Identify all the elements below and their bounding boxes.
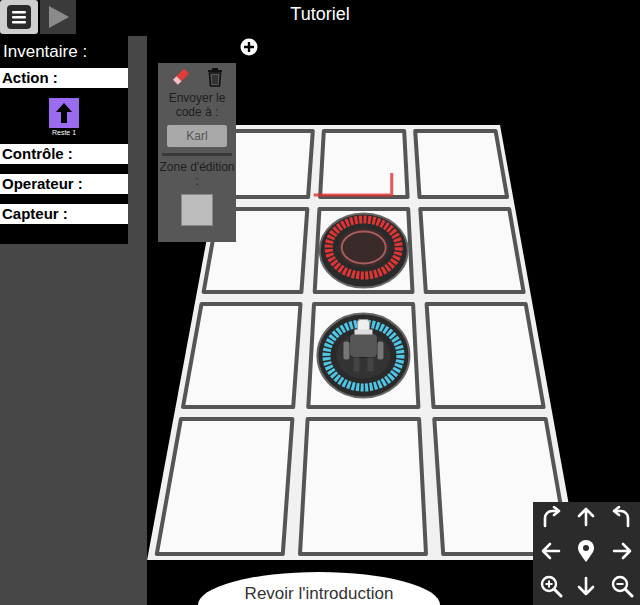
up-arrow-icon[interactable] — [575, 506, 597, 528]
board-cell — [320, 131, 408, 197]
toolbar — [0, 0, 290, 34]
inventory-title: Inventaire : — [0, 38, 128, 68]
board-cell — [415, 131, 507, 197]
robot-icon — [343, 320, 383, 372]
board-cell — [427, 304, 544, 407]
camera-button[interactable] — [611, 540, 633, 566]
board-cell — [308, 304, 418, 407]
block-list: Reste 1 — [0, 98, 128, 144]
top-bar: Tutoriel — [0, 0, 640, 36]
edit-label: Zone d'édition : — [158, 160, 236, 188]
rotate-left-icon[interactable] — [611, 506, 633, 528]
camera-button[interactable] — [611, 506, 633, 532]
eraser-icon[interactable] — [170, 67, 190, 87]
play-button[interactable] — [40, 0, 76, 34]
agent-button[interactable]: Karl — [167, 125, 227, 147]
board-cell — [300, 419, 426, 554]
board-cell — [420, 209, 523, 292]
board-cell — [183, 304, 301, 407]
remaining-count: Reste 1 — [52, 129, 76, 136]
board-cell — [157, 419, 293, 554]
location-pin-icon[interactable] — [576, 539, 596, 563]
camera-button[interactable] — [575, 575, 597, 601]
camera-button[interactable] — [575, 506, 597, 532]
down-arrow-icon[interactable] — [575, 575, 597, 597]
trash-icon[interactable] — [206, 67, 224, 87]
left-arrow-icon[interactable] — [540, 540, 562, 562]
rotate-right-icon[interactable] — [540, 506, 562, 528]
board-cell — [314, 173, 413, 292]
add-button[interactable] — [240, 38, 258, 60]
game-view: Envoyer le code à : Karl Zone d'édition : R… — [147, 36, 640, 605]
send-label: Envoyer le code à : — [158, 91, 236, 119]
level-title: Tutoriel — [290, 0, 349, 25]
menu-icon[interactable] — [7, 5, 31, 29]
move-forward-block[interactable] — [49, 98, 79, 128]
edit-zone[interactable] — [181, 194, 213, 226]
right-arrow-icon[interactable] — [611, 540, 633, 562]
camera-button[interactable] — [540, 506, 562, 532]
camera-controls — [533, 502, 640, 605]
action-block[interactable]: Reste 1 — [49, 98, 79, 136]
camera-button[interactable] — [576, 539, 596, 567]
camera-button[interactable] — [540, 540, 562, 566]
inventory-section: Capteur : — [0, 204, 128, 224]
up-arrow-icon[interactable] — [53, 101, 75, 125]
inventory-section: Contrôle : — [0, 144, 128, 164]
camera-button[interactable] — [539, 574, 563, 602]
separator — [162, 153, 232, 156]
zoom-in-icon[interactable] — [539, 574, 563, 598]
inventory-section: Action : — [0, 68, 128, 88]
main-area: Inventaire :Action : Reste 1 Contrôle : Ope… — [0, 36, 640, 605]
play-icon[interactable] — [45, 4, 71, 30]
script-header — [158, 63, 236, 87]
intro-button[interactable]: Revoir l'introduction — [198, 572, 440, 605]
script-panel: Envoyer le code à : Karl Zone d'édition : — [158, 63, 236, 242]
menu-button[interactable] — [0, 0, 38, 34]
inventory-panel: Inventaire :Action : Reste 1 Contrôle : Ope… — [0, 36, 147, 605]
inventory-section: Operateur : — [0, 174, 128, 194]
camera-button[interactable] — [610, 574, 634, 602]
zoom-out-icon[interactable] — [610, 574, 634, 598]
plus-icon[interactable] — [240, 38, 258, 56]
inventory-list: Inventaire :Action : Reste 1 Contrôle : Ope… — [0, 36, 128, 244]
